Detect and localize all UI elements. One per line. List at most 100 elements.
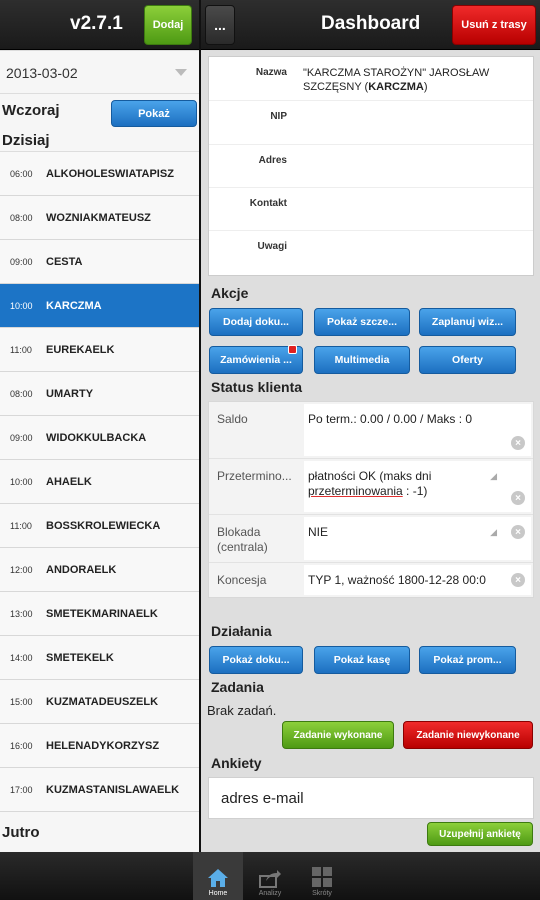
visit-name: BOSSKROLEWIECKA (46, 519, 161, 532)
clear-icon[interactable]: × (511, 436, 525, 450)
show-promotions-button[interactable]: Pokaż prom... (419, 646, 516, 674)
plan-visit-button[interactable]: Zaplanuj wiz... (419, 308, 516, 336)
task-not-done-button[interactable]: Zadanie niewykonane (403, 721, 533, 749)
task-done-button[interactable]: Zadanie wykonane (282, 721, 394, 749)
show-documents-button[interactable]: Pokaż doku... (209, 646, 303, 674)
visit-name: KUZMASTANISLAWAELK (46, 783, 180, 796)
visit-item[interactable]: 15:00 KUZMATADEUSZELK (0, 680, 199, 724)
visit-item[interactable]: 08:00 WOZNIAKMATEUSZ (0, 196, 199, 240)
visit-item[interactable]: 17:00 KUZMASTANISLAWAELK (0, 768, 199, 812)
multimedia-button[interactable]: Multimedia (314, 346, 410, 374)
add-button[interactable]: Dodaj (144, 5, 192, 45)
notification-badge (288, 345, 297, 354)
visit-item[interactable]: 06:00 ALKOHOLESWIATAPISZ (0, 152, 199, 196)
yesterday-section: Wczoraj Pokaż (0, 94, 199, 130)
operations-title: Działania (211, 623, 272, 639)
visit-time: 14:00 (10, 652, 33, 663)
clear-icon[interactable]: × (511, 573, 525, 587)
visit-name: AHAELK (46, 475, 92, 488)
visit-item[interactable]: 11:00 EUREKAELK (0, 328, 199, 372)
resize-handle-icon[interactable]: ◢ (490, 471, 497, 482)
field-label: NIP (270, 111, 287, 122)
bottom-nav: Home Analizy Skróty (0, 852, 540, 900)
show-details-button[interactable]: Pokaż szcze... (314, 308, 410, 336)
main-panel: Nazwa "KARCZMA STAROŻYN" JAROSŁAW SZCZĘS… (201, 51, 540, 852)
surveys-title: Ankiety (211, 755, 262, 771)
status-row-block: Blokada (centrala) NIE ◢ × (209, 515, 533, 563)
status-label: Przetermino... (217, 469, 292, 483)
show-cash-button[interactable]: Pokaż kasę (314, 646, 410, 674)
fill-survey-button[interactable]: Uzupełnij ankietę (427, 822, 533, 846)
visit-name: CESTA (46, 255, 83, 268)
visit-name: HELENADYKORZYSZ (46, 739, 160, 752)
visit-name: SMETEKELK (46, 651, 114, 664)
clear-icon[interactable]: × (511, 525, 525, 539)
visit-time: 06:00 (10, 168, 33, 179)
field-label: Uwagi (257, 241, 287, 252)
visit-item[interactable]: 12:00 ANDORAELK (0, 548, 199, 592)
resize-handle-icon[interactable]: ◢ (490, 527, 497, 538)
page-title: Dashboard (321, 13, 421, 34)
license-field[interactable]: TYP 1, ważność 1800-12-28 00:0 (304, 565, 531, 595)
status-row-license: Koncesja TYP 1, ważność 1800-12-28 00:0 … (209, 563, 533, 597)
client-nip-value (291, 101, 533, 144)
tab-label: Analizy (258, 890, 282, 897)
visit-item[interactable]: 16:00 HELENADYKORZYSZ (0, 724, 199, 768)
visit-time: 17:00 (10, 784, 33, 795)
visit-name: EUREKAELK (46, 343, 115, 356)
visit-time: 11:00 (10, 344, 32, 355)
visit-name: KARCZMA (46, 299, 102, 312)
visit-item[interactable]: 13:00 SMETEKMARINAELK (0, 592, 199, 636)
menu-button[interactable]: ... (205, 5, 235, 45)
tab-label: Home (208, 890, 228, 897)
visit-item[interactable]: 14:00 SMETEKELK (0, 636, 199, 680)
client-info-card: Nazwa "KARCZMA STAROŻYN" JAROSŁAW SZCZĘS… (208, 56, 534, 276)
visit-item[interactable]: 08:00 UMARTY (0, 372, 199, 416)
visit-name: SMETEKMARINAELK (46, 607, 158, 620)
tomorrow-label[interactable]: Jutro (0, 812, 199, 852)
tab-home[interactable]: Home (193, 852, 243, 900)
survey-item[interactable]: adres e-mail (208, 777, 534, 819)
client-nip-row: NIP (209, 101, 533, 145)
visit-name: UMARTY (46, 387, 94, 400)
overdue-field[interactable]: płatności OK (maks dni przeterminowania … (304, 461, 531, 512)
show-yesterday-button[interactable]: Pokaż (111, 100, 197, 127)
tasks-title: Zadania (211, 679, 264, 695)
visit-item[interactable]: 09:00 CESTA (0, 240, 199, 284)
visit-item[interactable]: 11:00 BOSSKROLEWIECKA (0, 504, 199, 548)
visit-name: KUZMATADEUSZELK (46, 695, 159, 708)
client-notes-value (291, 231, 533, 275)
remove-from-route-button[interactable]: Usuń z trasy (452, 5, 536, 45)
visit-item[interactable]: 10:00 AHAELK (0, 460, 199, 504)
actions-title: Akcje (211, 285, 249, 301)
chevron-down-icon (175, 69, 187, 76)
orders-button[interactable]: Zamówienia ... (209, 345, 303, 374)
balance-field[interactable]: Po term.: 0.00 / 0.00 / Maks : 0 (304, 404, 531, 456)
client-notes-row: Uwagi (209, 231, 533, 275)
field-label: Nazwa (255, 67, 287, 78)
grid-icon (312, 867, 332, 887)
date-selector[interactable]: 2013-03-02 (0, 51, 199, 94)
status-row-overdue: Przetermino... płatności OK (maks dni pr… (209, 459, 533, 515)
visit-item-selected[interactable]: 10:00 KARCZMA (0, 284, 199, 328)
client-address-row: Adres (209, 145, 533, 188)
tab-analyses[interactable]: Analizy (245, 852, 295, 900)
offers-button[interactable]: Oferty (419, 346, 516, 374)
block-field[interactable]: NIE (304, 517, 531, 560)
client-status-table: Saldo Po term.: 0.00 / 0.00 / Maks : 0 ×… (208, 401, 534, 598)
today-label: Dzisiaj (0, 130, 199, 152)
visit-item[interactable]: 09:00 WIDOKKULBACKA (0, 416, 199, 460)
add-document-button[interactable]: Dodaj doku... (209, 308, 303, 336)
no-tasks-text: Brak zadań. (207, 703, 277, 718)
client-name-row: Nazwa "KARCZMA STAROŻYN" JAROSŁAW SZCZĘS… (209, 57, 533, 101)
visit-time: 10:00 (10, 300, 33, 311)
visit-time: 08:00 (10, 212, 33, 223)
tab-shortcuts[interactable]: Skróty (297, 852, 347, 900)
yesterday-label: Wczoraj (2, 102, 60, 119)
status-label: Koncesja (217, 573, 267, 587)
client-address-value (291, 145, 533, 187)
clear-icon[interactable]: × (511, 491, 525, 505)
visit-time: 16:00 (10, 740, 33, 751)
tab-label: Skróty (312, 890, 332, 897)
field-label: Adres (258, 155, 287, 166)
